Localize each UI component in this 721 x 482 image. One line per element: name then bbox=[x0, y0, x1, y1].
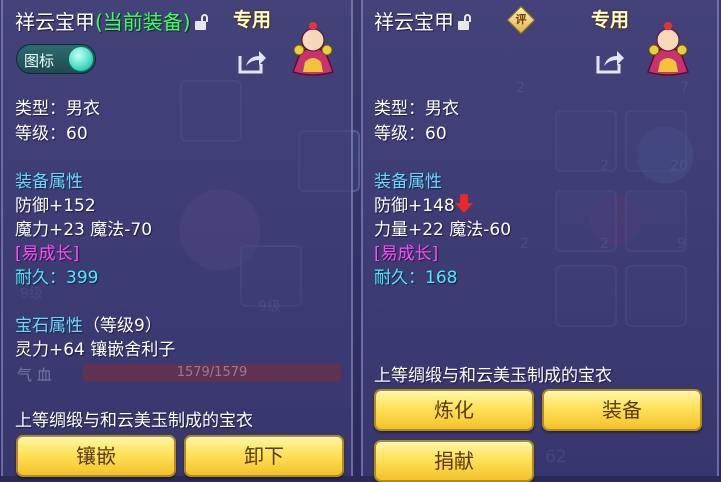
item-description: 上等绸缎与和云美玉制成的宝衣 bbox=[374, 366, 612, 386]
durability: 耐久：168 bbox=[374, 263, 457, 288]
item-level: 等级：60 bbox=[15, 124, 88, 144]
attributes-header: 装备属性 bbox=[15, 172, 83, 192]
equip-button[interactable]: 装备 bbox=[542, 389, 702, 431]
gem-stat: 灵力+64 镶嵌舍利子 bbox=[15, 340, 176, 360]
refine-button[interactable]: 炼化 bbox=[374, 389, 534, 431]
stat-decrease-arrow-icon bbox=[454, 194, 473, 214]
compare-item-panel: 祥云宝甲 评 专用 类型：男衣 等级：60 装备属性 防御+148 力量+22 … bbox=[361, 0, 719, 482]
item-level: 等级：60 bbox=[374, 124, 447, 144]
stat-defense-row: 防御+148 bbox=[374, 191, 473, 216]
item-title: 祥云宝甲(当前装备) bbox=[15, 6, 206, 35]
inlay-button[interactable]: 镶嵌 bbox=[16, 435, 176, 477]
special-trait: [易成长] bbox=[374, 244, 439, 264]
special-trait: [易成长] bbox=[15, 244, 80, 264]
equipped-item-panel: 祥云宝甲(当前装备) 专用 图标 类型：男衣 等级：60 装备属性 防御+152… bbox=[1, 0, 353, 477]
stat-defense: 防御+148 bbox=[374, 196, 455, 216]
item-name: 祥云宝甲 bbox=[15, 10, 95, 34]
item-owner-avatar bbox=[647, 22, 689, 76]
stat-strength: 力量+22 魔法-60 bbox=[374, 220, 512, 240]
unequip-button[interactable]: 卸下 bbox=[184, 435, 344, 477]
item-owner-avatar bbox=[292, 22, 334, 76]
item-description: 上等绸缎与和云美玉制成的宝衣 bbox=[15, 411, 253, 431]
durability-label: 耐久： bbox=[15, 268, 66, 288]
lock-icon[interactable] bbox=[194, 21, 206, 30]
hp-label: 气 血 bbox=[17, 366, 52, 384]
hp-value: 1579/1579 bbox=[176, 365, 248, 380]
icon-toggle-label: 图标 bbox=[24, 52, 55, 70]
durability-label: 耐久： bbox=[374, 268, 425, 288]
icon-toggle[interactable]: 图标 bbox=[16, 44, 96, 74]
durability-value: 168 bbox=[425, 268, 458, 288]
item-type: 类型：男衣 bbox=[15, 99, 100, 119]
current-equipped-tag: (当前装备) bbox=[95, 10, 191, 34]
lock-icon[interactable] bbox=[458, 21, 469, 30]
item-type: 类型：男衣 bbox=[374, 99, 459, 119]
gem-level: （等级9） bbox=[83, 316, 162, 336]
durability: 耐久：399 bbox=[15, 263, 98, 288]
gem-header: 宝石属性 bbox=[15, 316, 83, 336]
share-icon[interactable] bbox=[237, 48, 267, 74]
durability-value: 399 bbox=[66, 268, 99, 288]
hp-bar: 1579/1579 bbox=[83, 364, 341, 382]
exclusive-badge: 专用 bbox=[591, 9, 630, 31]
exclusive-badge: 专用 bbox=[233, 9, 272, 31]
stat-magic: 魔力+23 魔法-70 bbox=[15, 220, 153, 240]
stat-defense: 防御+152 bbox=[15, 196, 96, 216]
share-icon[interactable] bbox=[595, 48, 625, 74]
rating-badge-icon[interactable]: 评 bbox=[506, 5, 536, 35]
rating-badge-label: 评 bbox=[515, 13, 527, 26]
gem-attributes: 宝石属性（等级9） bbox=[15, 311, 162, 336]
item-name: 祥云宝甲 bbox=[374, 10, 454, 34]
item-title: 祥云宝甲 bbox=[374, 6, 469, 35]
toggle-knob bbox=[68, 46, 94, 72]
attributes-header: 装备属性 bbox=[374, 172, 442, 192]
